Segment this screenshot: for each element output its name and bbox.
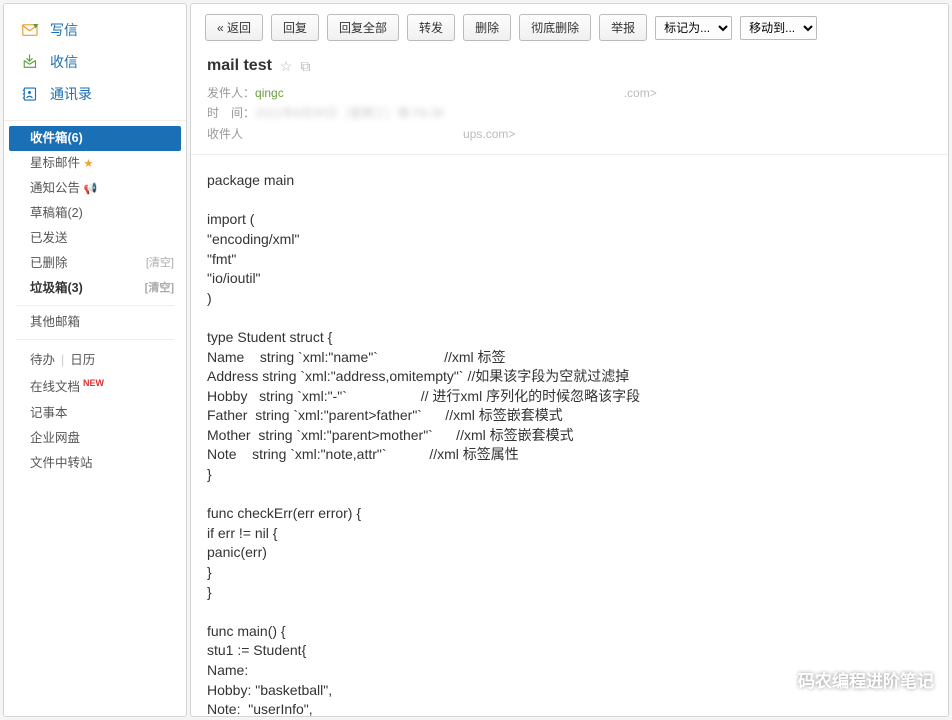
contacts-label: 通讯录: [50, 84, 92, 104]
folder-notice[interactable]: 通知公告 📢: [4, 176, 186, 201]
report-button[interactable]: 举报: [599, 14, 647, 41]
contacts-action[interactable]: 通讯录: [4, 78, 186, 110]
horn-icon: 📢: [84, 183, 98, 195]
online-doc-link[interactable]: 在线文档NEW: [4, 373, 186, 400]
folder-sent[interactable]: 已发送: [4, 226, 186, 251]
mail-subject: mail test: [207, 57, 272, 75]
junk-empty-link[interactable]: [清空]: [145, 282, 174, 295]
online-doc-label: 在线文档: [30, 381, 80, 395]
calendar-link[interactable]: 日历: [70, 353, 95, 367]
star-icon: ★: [84, 158, 94, 170]
other-label: 其他邮箱: [30, 315, 80, 330]
drafts-label: 草稿箱(2): [30, 206, 83, 221]
delete-button[interactable]: 删除: [463, 14, 511, 41]
sidebar: 写信 收信 通讯录: [3, 3, 187, 717]
mail-body: package main import ( "encoding/xml" "fm…: [191, 155, 948, 716]
compose-action[interactable]: 写信: [4, 14, 186, 46]
junk-label: 垃圾箱(3): [30, 281, 83, 296]
netdisk-label: 企业网盘: [30, 431, 80, 446]
inbox-label: 收件箱(6): [30, 131, 83, 146]
to-row: 收件人ups.com>: [207, 124, 932, 144]
from-row: 发件人：qingc.com>: [207, 83, 932, 103]
star-outline-icon[interactable]: ☆: [280, 58, 293, 75]
notice-label: 通知公告: [30, 181, 80, 195]
folder-deleted[interactable]: 已删除 [清空]: [4, 251, 186, 276]
toolbar: « 返回 回复 回复全部 转发 删除 彻底删除 举报 标记为... 移动到...: [191, 4, 948, 51]
notes-link[interactable]: 记事本: [4, 401, 186, 426]
receive-icon: [22, 54, 40, 70]
compose-icon: [22, 22, 40, 38]
popout-icon[interactable]: ⧉: [300, 58, 310, 75]
folder-junk[interactable]: 垃圾箱(3) [清空]: [4, 276, 186, 301]
folder-starred[interactable]: 星标邮件 ★: [4, 151, 186, 176]
sent-label: 已发送: [30, 231, 68, 246]
receive-label: 收信: [50, 52, 78, 72]
new-badge: NEW: [83, 378, 104, 388]
notes-label: 记事本: [30, 406, 68, 421]
receive-action[interactable]: 收信: [4, 46, 186, 78]
folder-drafts[interactable]: 草稿箱(2): [4, 201, 186, 226]
todo-link[interactable]: 待办: [30, 353, 55, 367]
folder-other[interactable]: 其他邮箱: [4, 310, 186, 335]
compose-label: 写信: [50, 20, 78, 40]
reply-button[interactable]: 回复: [271, 14, 319, 41]
time-value: 2021年6月30日（星期三）晚 F8:38: [255, 106, 444, 120]
todo-calendar-row: 待办|日历: [4, 344, 186, 373]
sender-name: qingc: [255, 86, 284, 100]
reply-all-button[interactable]: 回复全部: [327, 14, 399, 41]
back-button[interactable]: « 返回: [205, 14, 263, 41]
deleted-empty-link[interactable]: [清空]: [146, 257, 174, 270]
contacts-icon: [22, 86, 40, 102]
file-transfer-link[interactable]: 文件中转站: [4, 451, 186, 476]
main-panel: « 返回 回复 回复全部 转发 删除 彻底删除 举报 标记为... 移动到...…: [190, 3, 949, 717]
folder-inbox[interactable]: 收件箱(6): [9, 126, 181, 151]
file-transfer-label: 文件中转站: [30, 456, 93, 471]
mark-select[interactable]: 标记为...: [655, 16, 732, 40]
move-select[interactable]: 移动到...: [740, 16, 817, 40]
starred-label: 星标邮件: [30, 156, 80, 170]
time-row: 时 间：2021年6月30日（星期三）晚 F8:38: [207, 103, 932, 123]
mail-header: mail test ☆ ⧉ 发件人：qingc.com> 时 间：2021年6月…: [191, 51, 948, 155]
delete-full-button[interactable]: 彻底删除: [519, 14, 591, 41]
forward-button[interactable]: 转发: [407, 14, 455, 41]
deleted-label: 已删除: [30, 256, 68, 271]
netdisk-link[interactable]: 企业网盘: [4, 426, 186, 451]
